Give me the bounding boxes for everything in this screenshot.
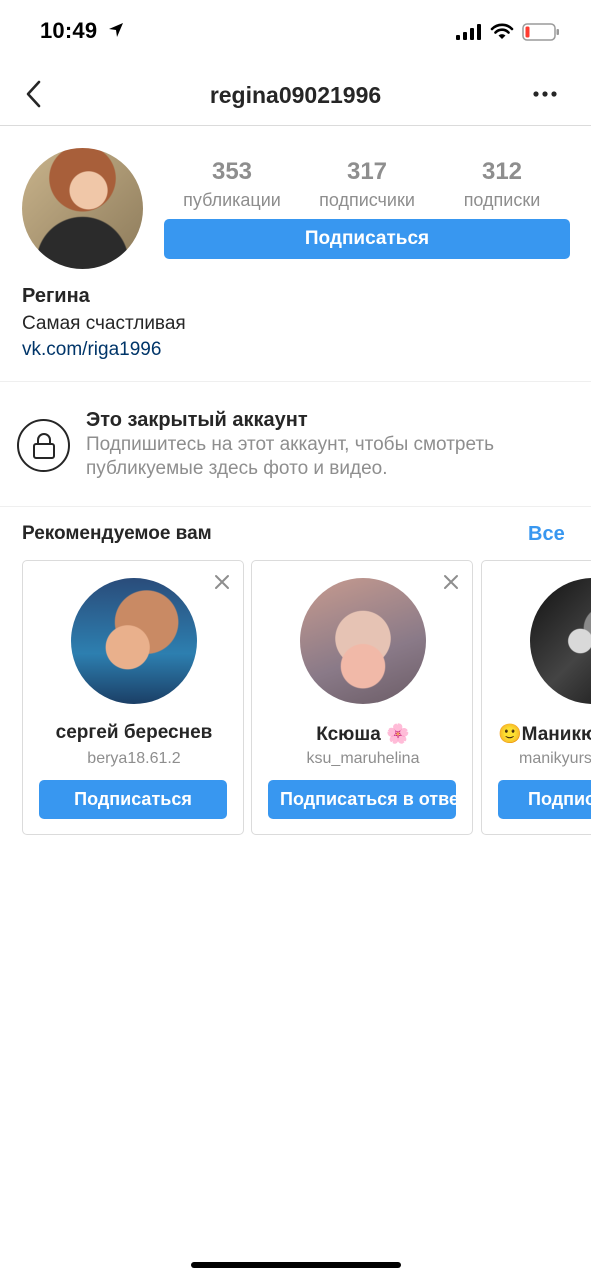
suggestions-title: Рекомендуемое вам (22, 523, 212, 544)
suggestion-username: manikyurshop (519, 750, 591, 767)
suggestion-avatar[interactable] (300, 578, 426, 704)
status-bar: 10:49 (0, 0, 591, 64)
suggestions-carousel[interactable]: сергей береснев berya18.61.2 Подписаться… (0, 559, 591, 839)
stat-followers[interactable]: 317 подписчики (312, 158, 422, 211)
suggestion-card[interactable]: 🙂Маникюр manikyurshop Подписаться (481, 560, 591, 835)
stat-followers-count: 317 (346, 158, 388, 185)
suggestion-username: berya18.61.2 (87, 750, 181, 767)
profile-header: regina09021996 (0, 64, 591, 126)
close-icon[interactable] (213, 573, 231, 591)
suggestion-name: Ксюша 🌸 (316, 724, 410, 745)
suggestion-name: сергей береснев (55, 722, 213, 743)
status-time: 10:49 (40, 18, 98, 43)
stat-following-label: подписки (463, 190, 541, 210)
divider (0, 381, 591, 382)
home-indicator[interactable] (191, 1262, 401, 1268)
stat-posts[interactable]: 353 публикации (178, 158, 286, 211)
suggestion-card[interactable]: сергей береснев berya18.61.2 Подписаться (22, 560, 244, 835)
profile-website-link[interactable]: vk.com/riga1996 (22, 339, 161, 361)
battery-low-icon (522, 23, 559, 41)
profile-name: Регина (22, 285, 90, 307)
cellular-signal-icon (456, 24, 481, 40)
suggestion-card[interactable]: Ксюша 🌸 ksu_maruhelina Подписаться в отв… (251, 560, 473, 835)
location-arrow-icon (109, 23, 123, 37)
stat-posts-label: публикации (183, 190, 281, 210)
stat-posts-count: 353 (211, 158, 253, 185)
divider (0, 506, 591, 507)
suggestion-avatar[interactable] (530, 578, 591, 704)
suggestion-follow-button[interactable]: Подписаться (498, 780, 591, 819)
follow-button[interactable]: Подписаться (164, 219, 570, 259)
lock-icon (33, 433, 55, 459)
profile-bio: Самая счастливая (22, 313, 186, 334)
wifi-icon (490, 23, 514, 39)
stat-followers-label: подписчики (319, 190, 415, 210)
private-account-text: Подпишитесь на этот аккаунт, чтобы смотр… (86, 434, 495, 479)
private-lock-badge (17, 419, 70, 472)
suggestion-avatar[interactable] (71, 578, 197, 704)
suggestion-follow-button[interactable]: Подписаться в ответ (268, 780, 456, 819)
stat-following-count: 312 (481, 158, 523, 185)
profile-avatar[interactable] (22, 148, 143, 269)
stat-following[interactable]: 312 подписки (456, 158, 548, 211)
suggestion-name: 🙂Маникюр (498, 724, 591, 745)
private-account-title: Это закрытый аккаунт (86, 409, 308, 431)
more-options-icon[interactable] (530, 90, 560, 98)
page-title: regina09021996 (209, 82, 382, 108)
suggestion-username: ksu_maruhelina (306, 750, 420, 767)
suggestion-follow-button[interactable]: Подписаться (39, 780, 227, 819)
close-icon[interactable] (442, 573, 460, 591)
see-all-link[interactable]: Все (528, 523, 565, 546)
